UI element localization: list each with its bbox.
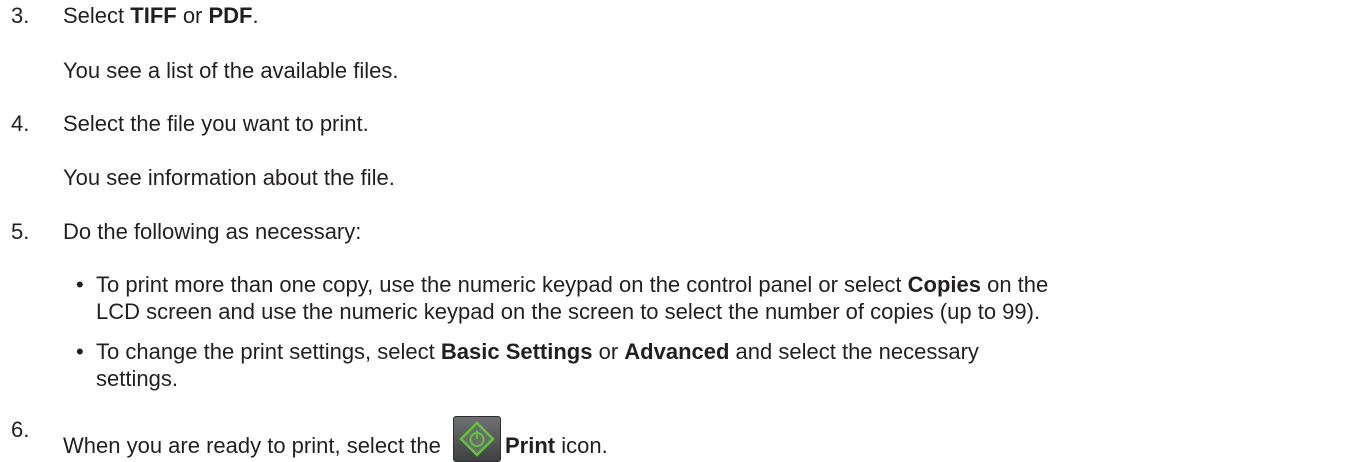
option-pdf: PDF <box>208 3 253 28</box>
step-number: 3. <box>11 3 30 28</box>
print-label: Print <box>504 433 556 458</box>
option-basic-settings: Basic Settings <box>440 339 593 364</box>
bullet-text: settings. <box>96 366 178 391</box>
step-text: Do the following as necessary: <box>63 219 362 244</box>
step-number: 5. <box>11 219 30 244</box>
bullet-marker: • <box>76 339 84 364</box>
option-copies: Copies <box>907 272 981 297</box>
bullet-marker: • <box>76 272 84 297</box>
step-number: 4. <box>11 111 30 136</box>
step-text: Select the file you want to print. <box>63 111 369 136</box>
bullet-text: To print more than one copy, use the num… <box>96 272 1049 297</box>
step-text: Select TIFF or PDF. <box>63 3 259 28</box>
option-tiff: TIFF <box>130 3 177 28</box>
step-result: You see a list of the available files. <box>63 58 399 83</box>
bullet-text: To change the print settings, select Bas… <box>96 339 979 364</box>
step-result: You see information about the file. <box>63 165 395 190</box>
option-advanced: Advanced <box>624 339 730 364</box>
step-text: When you are ready to print, select the … <box>63 416 608 462</box>
step-number: 6. <box>11 417 30 442</box>
bullet-text: LCD screen and use the numeric keypad on… <box>96 299 1041 324</box>
print-start-icon <box>452 416 501 462</box>
